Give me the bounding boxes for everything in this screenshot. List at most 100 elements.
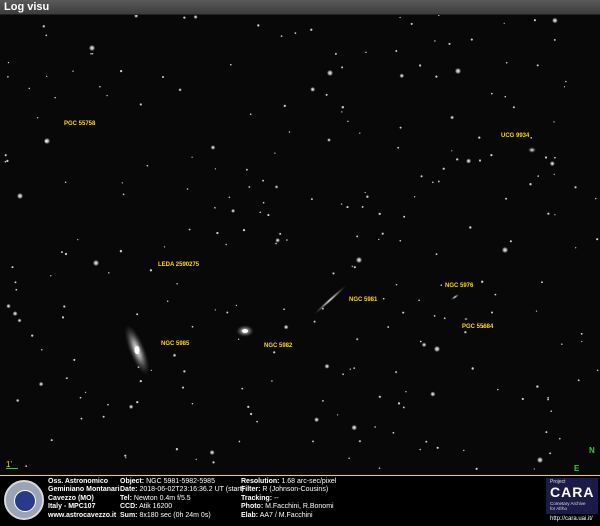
star (348, 457, 350, 459)
star (15, 398, 20, 403)
star (310, 28, 313, 31)
star (529, 183, 532, 186)
star (4, 154, 7, 157)
star (64, 252, 68, 256)
star (471, 367, 474, 370)
star (80, 417, 83, 420)
star (84, 391, 87, 394)
star (419, 448, 422, 451)
label-ngc-5976: NGC 5976 (445, 283, 474, 289)
star (418, 64, 422, 67)
star (387, 326, 390, 328)
background-stars (4, 15, 599, 470)
compass-east: E (574, 464, 580, 473)
star (274, 152, 276, 154)
star (596, 238, 599, 241)
star (149, 269, 153, 272)
star (121, 182, 123, 184)
star (183, 370, 186, 373)
star (451, 150, 453, 152)
star (241, 387, 244, 390)
star (102, 415, 105, 418)
star (358, 439, 362, 443)
star (381, 232, 385, 236)
star (342, 373, 344, 376)
star (181, 386, 185, 389)
star (533, 468, 535, 470)
star (15, 288, 18, 291)
star (279, 232, 282, 235)
star (136, 313, 139, 316)
star (106, 94, 108, 97)
star (397, 146, 400, 149)
star (257, 24, 260, 27)
star (419, 340, 422, 343)
star (443, 317, 446, 320)
star (6, 159, 9, 163)
star (466, 158, 472, 164)
star (346, 206, 349, 209)
star (163, 246, 166, 248)
star (231, 208, 236, 213)
galaxy-ngc-5985-core (134, 346, 140, 354)
star (405, 391, 407, 393)
detail-row: Photo: M.Facchini, R.Bonomi (241, 503, 334, 511)
star (108, 272, 110, 274)
star (541, 281, 543, 284)
galaxy-ngc-5976 (450, 293, 460, 301)
star (271, 380, 273, 382)
star (72, 70, 74, 72)
star (410, 22, 413, 25)
star (60, 251, 63, 254)
window-title: Log visu (4, 1, 50, 13)
star (172, 353, 177, 358)
label-leda-2590275: LEDA 2590275 (158, 262, 200, 268)
star (50, 275, 52, 277)
observatory-line: Cavezzo (MO) (48, 494, 94, 502)
bright-star (536, 456, 544, 464)
star (324, 363, 330, 369)
star (575, 247, 577, 249)
star (512, 106, 515, 109)
star (349, 368, 351, 370)
bright-star (16, 192, 24, 200)
bright-star (92, 259, 100, 267)
star (327, 138, 331, 142)
star (504, 95, 507, 98)
star (580, 332, 583, 335)
star (438, 15, 440, 17)
star (547, 396, 549, 399)
star (139, 103, 142, 106)
star (288, 131, 291, 133)
star (245, 168, 248, 171)
star (161, 75, 165, 79)
star (212, 461, 215, 464)
star (166, 300, 169, 303)
star (399, 239, 402, 242)
label-ngc-5981: NGC 5981 (349, 297, 378, 303)
star (535, 310, 538, 312)
star (399, 16, 401, 19)
star (509, 240, 512, 243)
star (361, 205, 364, 208)
star (283, 308, 285, 311)
star (119, 69, 123, 73)
star (139, 379, 142, 383)
star (214, 168, 217, 170)
star (521, 397, 524, 401)
star (122, 193, 125, 196)
star (229, 63, 232, 66)
star (193, 15, 198, 20)
star (554, 214, 556, 216)
star (395, 50, 398, 52)
star (11, 266, 14, 269)
detail-row: Sum: 8x180 sec (0h 24m 0s) (120, 511, 211, 519)
star (595, 197, 597, 200)
star (356, 235, 359, 238)
bright-star (501, 246, 509, 254)
star (6, 303, 11, 309)
star (399, 126, 402, 129)
scale-bar (6, 468, 18, 469)
star (7, 75, 9, 78)
bright-star (326, 69, 334, 77)
